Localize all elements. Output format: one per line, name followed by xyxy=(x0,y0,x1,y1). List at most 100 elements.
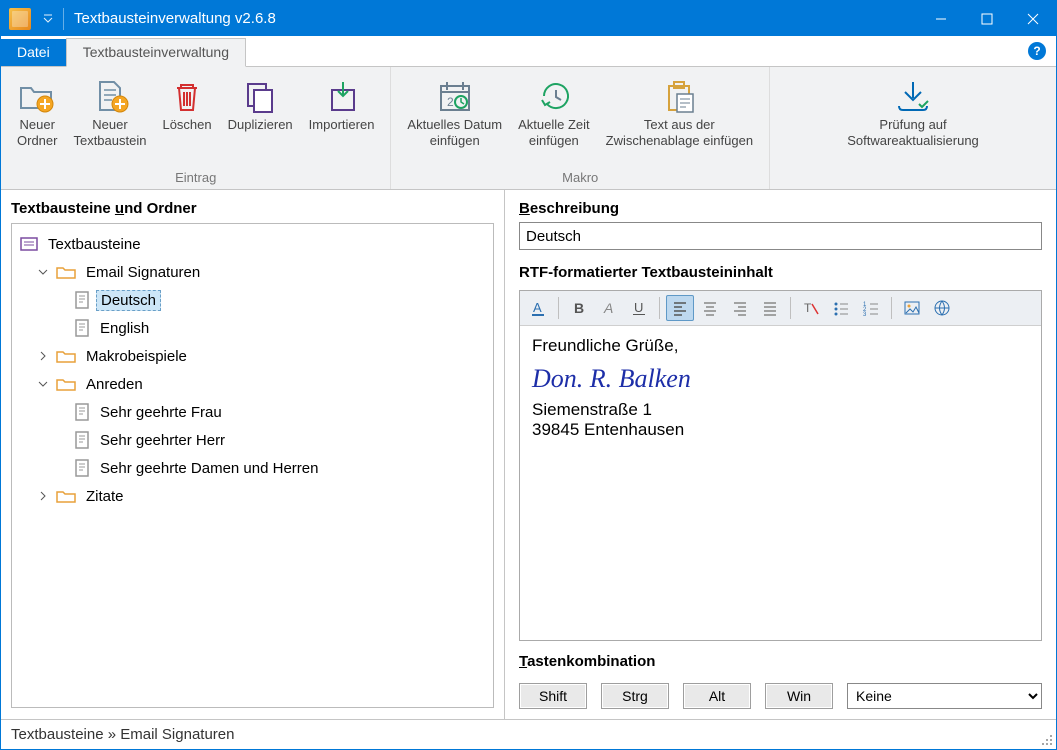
key-alt-button[interactable]: Alt xyxy=(683,683,751,709)
copy-icon xyxy=(242,75,278,117)
resize-grip-icon[interactable] xyxy=(1040,733,1054,747)
insert-image-button[interactable] xyxy=(898,295,926,321)
clear-format-button[interactable]: T xyxy=(797,295,825,321)
rtf-signature-name: Don. R. Balken xyxy=(532,364,1029,394)
bullet-list-button[interactable] xyxy=(827,295,855,321)
tree-item-english[interactable]: English xyxy=(50,314,491,342)
rtf-content-label: RTF-formatierter Textbausteininhalt xyxy=(519,264,1042,281)
tree-item-label: Sehr geehrte Damen und Herren xyxy=(96,459,322,478)
root-folder-icon xyxy=(20,236,38,252)
rtf-line: Freundliche Grüße, xyxy=(532,336,1029,356)
snippet-icon xyxy=(74,431,90,449)
bold-button[interactable]: B xyxy=(565,295,593,321)
key-ctrl-button[interactable]: Strg xyxy=(601,683,669,709)
tree-item-sgdh[interactable]: Sehr geehrte Damen und Herren xyxy=(50,454,491,482)
close-button[interactable] xyxy=(1010,1,1056,36)
app-icon xyxy=(9,8,31,30)
key-shift-button[interactable]: Shift xyxy=(519,683,587,709)
import-icon xyxy=(324,75,360,117)
align-right-button[interactable] xyxy=(726,295,754,321)
tree-item-label: Email Signaturen xyxy=(82,263,204,282)
new-snippet-label: Neuer Textbaustein xyxy=(73,117,146,148)
align-justify-button[interactable] xyxy=(756,295,784,321)
window-title: Textbausteinverwaltung v2.6.8 xyxy=(74,10,276,27)
tree-root[interactable]: Textbausteine xyxy=(14,230,491,258)
minimize-button[interactable] xyxy=(918,1,964,36)
insert-link-button[interactable] xyxy=(928,295,956,321)
tree-item-label: Sehr geehrte Frau xyxy=(96,403,226,422)
insert-time-button[interactable]: Aktuelle Zeit einfügen xyxy=(510,71,598,168)
ribbon: Neuer Ordner Neuer Textbaustein Löschen … xyxy=(1,66,1056,190)
folder-icon xyxy=(56,348,76,364)
tree-folder-anreden[interactable]: Anreden xyxy=(32,370,491,398)
duplicate-label: Duplizieren xyxy=(228,117,293,133)
help-icon[interactable]: ? xyxy=(1028,42,1046,60)
trash-icon xyxy=(169,75,205,117)
import-label: Importieren xyxy=(309,117,375,133)
tree-panel: Textbausteine und Ordner Textbausteine E… xyxy=(1,190,505,719)
rtf-line: Siemenstraße 1 xyxy=(532,400,1029,420)
rtf-line: 39845 Entenhausen xyxy=(532,420,1029,440)
snippet-icon xyxy=(74,291,90,309)
tree-item-deutsch[interactable]: Deutsch xyxy=(50,286,491,314)
folder-icon xyxy=(56,488,76,504)
folder-add-icon xyxy=(17,75,57,117)
align-center-button[interactable] xyxy=(696,295,724,321)
titlebar: Textbausteinverwaltung v2.6.8 xyxy=(1,1,1056,36)
key-win-button[interactable]: Win xyxy=(765,683,833,709)
description-label: Beschreibung xyxy=(519,200,1042,217)
insert-clipboard-label: Text aus der Zwischenablage einfügen xyxy=(606,117,753,148)
svg-text:2: 2 xyxy=(447,95,454,109)
maximize-button[interactable] xyxy=(964,1,1010,36)
snippet-icon xyxy=(74,319,90,337)
new-snippet-button[interactable]: Neuer Textbaustein xyxy=(65,71,154,168)
expand-toggle-icon[interactable] xyxy=(36,351,50,361)
tree-heading: Textbausteine und Ordner xyxy=(11,200,494,217)
svg-text:3: 3 xyxy=(863,312,867,317)
check-update-button[interactable]: Prüfung auf Softwareaktualisierung xyxy=(839,71,987,183)
keycombo-label: Tastenkombination xyxy=(519,653,1042,670)
qat-dropdown-icon[interactable] xyxy=(43,13,53,25)
svg-text:A: A xyxy=(533,300,542,315)
expand-toggle-icon[interactable] xyxy=(36,491,50,501)
tree-item-sgf[interactable]: Sehr geehrte Frau xyxy=(50,398,491,426)
keycombo-row: Shift Strg Alt Win Keine xyxy=(519,683,1042,709)
description-input[interactable] xyxy=(519,222,1042,250)
ribbon-group-entry-caption: Eintrag xyxy=(1,168,390,189)
italic-button[interactable]: A xyxy=(595,295,623,321)
key-select[interactable]: Keine xyxy=(847,683,1042,709)
details-panel: Beschreibung RTF-formatierter Textbauste… xyxy=(505,190,1056,719)
numbered-list-button[interactable]: 123 xyxy=(857,295,885,321)
underline-button[interactable]: U xyxy=(625,295,653,321)
clock-history-icon xyxy=(534,75,574,117)
expand-toggle-icon[interactable] xyxy=(36,267,50,277)
snippet-icon xyxy=(74,459,90,477)
tab-file[interactable]: Datei xyxy=(1,39,66,66)
align-left-button[interactable] xyxy=(666,295,694,321)
status-bar: Textbausteine » Email Signaturen xyxy=(1,719,1056,749)
insert-date-button[interactable]: 2 Aktuelles Datum einfügen xyxy=(399,71,510,168)
delete-button[interactable]: Löschen xyxy=(154,71,219,168)
svg-text:T: T xyxy=(804,301,812,315)
rtf-textarea[interactable]: Freundliche Grüße, Don. R. Balken Siemen… xyxy=(520,326,1041,640)
tree-item-label: English xyxy=(96,319,153,338)
tree-folder-makrobeispiele[interactable]: Makrobeispiele xyxy=(32,342,491,370)
import-button[interactable]: Importieren xyxy=(301,71,383,168)
tab-textbausteinverwaltung[interactable]: Textbausteinverwaltung xyxy=(66,38,246,67)
tree-item-sgh[interactable]: Sehr geehrter Herr xyxy=(50,426,491,454)
font-color-button[interactable]: A xyxy=(524,295,552,321)
tree-view[interactable]: Textbausteine Email Signaturen Deutsch E… xyxy=(11,223,494,708)
tree-folder-zitate[interactable]: Zitate xyxy=(32,482,491,510)
tree-root-label: Textbausteine xyxy=(44,235,145,254)
tree-item-label: Anreden xyxy=(82,375,147,394)
new-folder-button[interactable]: Neuer Ordner xyxy=(9,71,65,168)
svg-text:B: B xyxy=(574,300,584,316)
rtf-editor: A B A U T 123 Freundliche Grüße, xyxy=(519,290,1042,641)
tree-item-label: Zitate xyxy=(82,487,128,506)
insert-clipboard-button[interactable]: Text aus der Zwischenablage einfügen xyxy=(598,71,761,168)
breadcrumb: Textbausteine » Email Signaturen xyxy=(11,726,234,743)
duplicate-button[interactable]: Duplizieren xyxy=(220,71,301,168)
expand-toggle-icon[interactable] xyxy=(36,379,50,389)
titlebar-separator xyxy=(63,8,64,30)
tree-folder-email-signaturen[interactable]: Email Signaturen xyxy=(32,258,491,286)
